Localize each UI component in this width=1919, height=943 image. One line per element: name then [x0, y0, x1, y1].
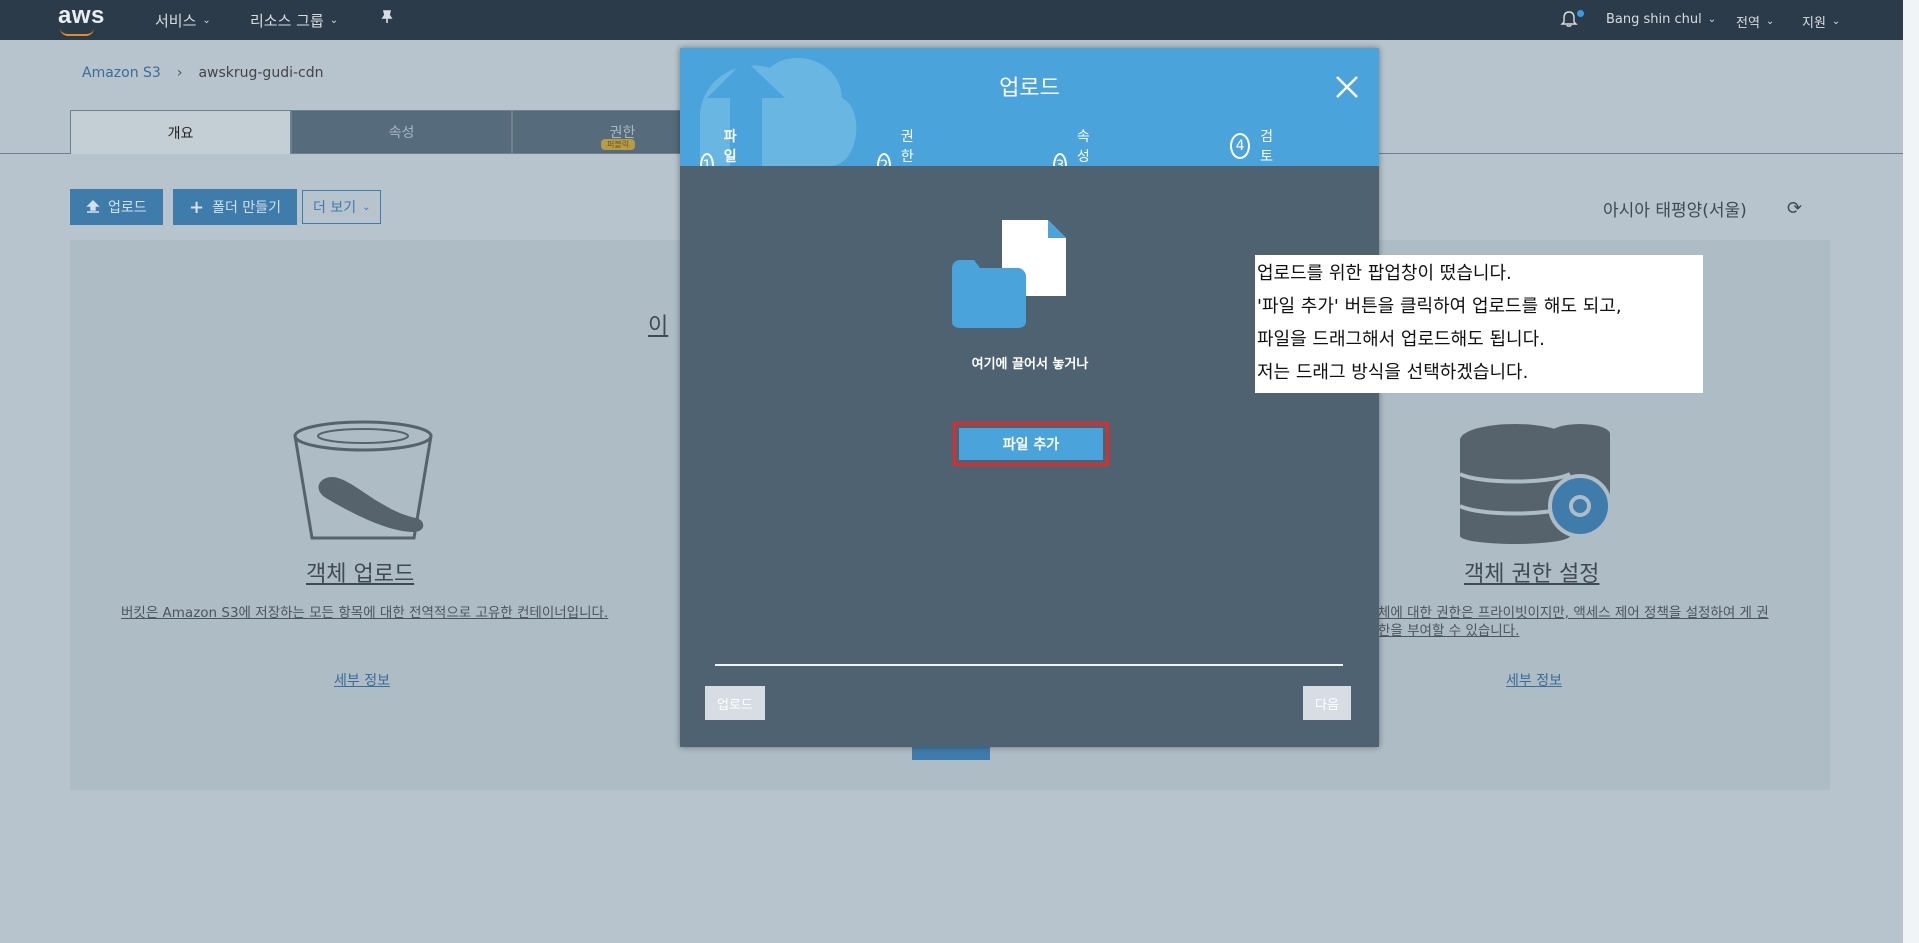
upload-label: 업로드 [108, 200, 147, 216]
step-number: 4 [1230, 133, 1251, 159]
upload-button[interactable]: 업로드 [70, 189, 163, 225]
tab-label: 속성 [388, 125, 415, 141]
region-label: 전역 [1736, 16, 1760, 31]
more-button[interactable]: 더 보기 ⌄ [302, 190, 382, 224]
add-file-highlight: 파일 추가 [953, 422, 1109, 466]
upload-details-link[interactable]: 세부 정보 [334, 670, 390, 690]
user-name: Bang shin chul [1606, 12, 1702, 27]
modal-header: 업로드 1 파일 선택 2 권한 설정 3 속성 설정 4 검토 [680, 48, 1379, 166]
chevron-down-icon: ⌄ [1831, 16, 1841, 27]
chevron-down-icon: ⌄ [362, 201, 371, 213]
intro-heading: 이 [648, 314, 669, 339]
more-label: 더 보기 [313, 200, 357, 216]
notification-dot [1577, 10, 1584, 17]
callout-line: 파일을 드래그해서 업로드해도 됩니다. [1257, 329, 1545, 350]
step-label: 파일 선택 [723, 129, 737, 165]
top-nav: aws 서비스 ⌄ 리소스 그룹 ⌄ Bang shin chul ⌄ 전역 ⌄… [0, 0, 1919, 40]
scrollbar-track[interactable] [1903, 0, 1919, 943]
step-select-files[interactable]: 1 파일 선택 [700, 126, 749, 166]
tab-properties[interactable]: 속성 [291, 110, 512, 154]
upload-modal: 업로드 1 파일 선택 2 권한 설정 3 속성 설정 4 검토 [680, 48, 1379, 747]
file-folder-icon [952, 220, 1066, 328]
breadcrumb-s3-link[interactable]: Amazon S3 [82, 65, 161, 81]
callout-line: '파일 추가' 버튼을 클릭하여 업로드를 해도 되고, [1257, 296, 1622, 317]
permissions-feature-title[interactable]: 객체 권한 설정 [1464, 556, 1599, 588]
close-icon[interactable] [1334, 74, 1360, 100]
breadcrumb: Amazon S3 › awskrug-gudi-cdn [82, 65, 323, 81]
step-set-permissions[interactable]: 2 권한 설정 [877, 126, 926, 166]
chevron-down-icon: ⌄ [202, 15, 211, 26]
step-label: 권한 설정 [900, 129, 914, 165]
modal-divider [715, 664, 1343, 666]
refresh-icon[interactable]: ⟳ [1787, 198, 1802, 219]
step-number: 3 [1053, 153, 1067, 166]
create-folder-button[interactable]: + 폴더 만들기 [173, 189, 297, 225]
callout-line: 저는 드래그 방식을 선택하겠습니다. [1257, 362, 1529, 383]
drop-zone-text: 여기에 끌어서 놓거나 [971, 357, 1089, 372]
modal-title: 업로드 [999, 76, 1060, 101]
step-number: 1 [700, 153, 714, 166]
services-menu[interactable]: 서비스 ⌄ [155, 10, 211, 31]
modal-next-button[interactable]: 다음 [1303, 686, 1351, 720]
breadcrumb-separator: › [176, 65, 183, 81]
bucket-illustration-icon [293, 420, 433, 540]
step-set-properties[interactable]: 3 속성 설정 [1053, 126, 1102, 166]
support-label: 지원 [1802, 16, 1826, 31]
step-label: 검토 [1260, 129, 1273, 165]
tab-overview[interactable]: 개요 [70, 110, 291, 154]
tab-label: 개요 [167, 125, 194, 142]
modal-upload-button[interactable]: 업로드 [705, 686, 765, 720]
upload-feature-desc: 버킷은 Amazon S3에 저장하는 모든 항목에 대한 전역적으로 고유한 … [121, 605, 609, 621]
user-menu[interactable]: Bang shin chul ⌄ [1606, 12, 1716, 27]
chevron-down-icon: ⌄ [1765, 16, 1775, 27]
step-label: 속성 설정 [1076, 129, 1090, 165]
bucket-tabs: 개요 속성 권한 퍼블릭 [70, 110, 733, 154]
upload-icon [86, 200, 100, 213]
add-file-button[interactable]: 파일 추가 [959, 428, 1103, 460]
callout-line: 업로드를 위한 팝업창이 떴습니다. [1257, 263, 1512, 284]
create-folder-label: 폴더 만들기 [212, 200, 281, 216]
aws-logo-text: aws [58, 2, 105, 29]
database-permissions-icon [1460, 424, 1612, 544]
region-menu[interactable]: 전역 ⌄ [1736, 12, 1774, 31]
chevron-down-icon: ⌄ [329, 15, 339, 26]
bell-icon[interactable] [1560, 10, 1578, 28]
aws-logo[interactable]: aws [58, 2, 105, 36]
pin-icon[interactable] [380, 10, 394, 24]
resource-groups-label: 리소스 그룹 [250, 12, 324, 30]
upload-feature-title[interactable]: 객체 업로드 [306, 556, 414, 588]
permissions-feature-desc: 체에 대한 권한은 프라이빗이지만, 액세스 제어 정책을 설정하여 게 권한을… [1378, 605, 1769, 639]
permissions-details-link[interactable]: 세부 정보 [1506, 670, 1562, 690]
step-number: 2 [877, 153, 891, 166]
support-menu[interactable]: 지원 ⌄ [1802, 12, 1840, 31]
services-label: 서비스 [155, 12, 197, 30]
step-review[interactable]: 4 검토 [1230, 126, 1279, 166]
region-display: 아시아 태평양(서울) [1603, 201, 1747, 221]
plus-icon: + [189, 196, 205, 218]
breadcrumb-bucket: awskrug-gudi-cdn [198, 65, 324, 81]
resource-groups-menu[interactable]: 리소스 그룹 ⌄ [250, 10, 338, 31]
chevron-down-icon: ⌄ [1707, 14, 1717, 25]
public-badge: 퍼블릭 [601, 139, 636, 150]
aws-smile-icon [60, 28, 94, 36]
annotation-callout: 업로드를 위한 팝업창이 떴습니다. '파일 추가' 버튼을 클릭하여 업로드를… [1255, 255, 1703, 393]
